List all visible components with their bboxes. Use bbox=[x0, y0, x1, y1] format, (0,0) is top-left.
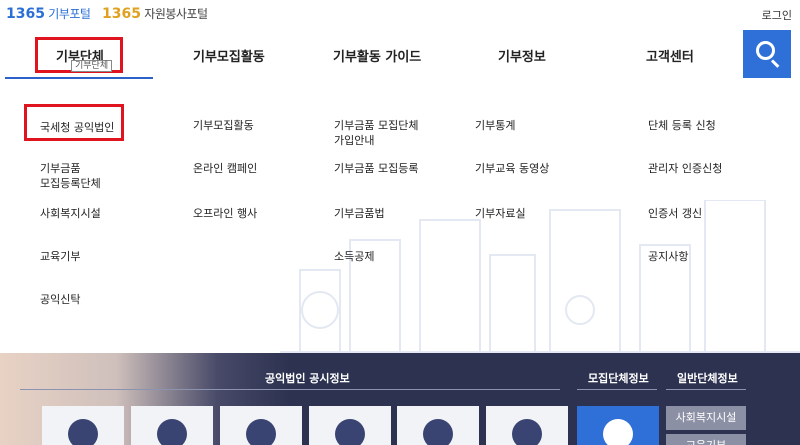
donation-logo-text: 기부포털 bbox=[48, 7, 91, 21]
menu-admin-cert[interactable]: 관리자 인증신청 bbox=[648, 161, 722, 176]
donation-portal-logo[interactable]: 1365 기부포털 bbox=[6, 5, 91, 22]
menu-donation-law[interactable]: 기부금품법 bbox=[334, 206, 385, 221]
heart-hand-icon bbox=[603, 419, 633, 445]
menu-education-donation[interactable]: 교육기부 bbox=[40, 249, 80, 264]
menu-donation-register[interactable]: 기부금품 모집등록 bbox=[334, 161, 418, 176]
menu-offline-event[interactable]: 오프라인 행사 bbox=[193, 206, 257, 221]
gnb-item-customer-center[interactable]: 고객센터 bbox=[646, 46, 694, 65]
menu-donation-stats[interactable]: 기부통계 bbox=[475, 118, 515, 133]
public-info-title: 공익법인 공시정보 bbox=[265, 372, 350, 385]
tile-people[interactable] bbox=[397, 406, 479, 445]
menu-welfare-facility[interactable]: 사회복지시설 bbox=[40, 206, 101, 221]
volunteer-logo-text: 자원봉사포털 bbox=[144, 7, 208, 21]
menu-registered-orgs[interactable]: 기부금품 모집등록단체 bbox=[40, 161, 101, 191]
menu-fundraising[interactable]: 기부모집활동 bbox=[193, 118, 254, 133]
tile-recruit-org[interactable] bbox=[577, 406, 659, 445]
top-bar: 1365 기부포털 1365 자원봉사포털 로그인 bbox=[0, 0, 800, 28]
menu-org-register[interactable]: 단체 등록 신청 bbox=[648, 118, 716, 133]
general-info-divider bbox=[666, 389, 746, 390]
tile-education[interactable] bbox=[131, 406, 213, 445]
search-button[interactable] bbox=[743, 30, 791, 78]
gnb-tooltip: 기부단체 bbox=[71, 60, 113, 72]
books-icon bbox=[68, 419, 98, 445]
public-info-divider bbox=[20, 389, 560, 390]
tile-donate[interactable] bbox=[486, 406, 568, 445]
city-background-illustration bbox=[280, 200, 800, 353]
volunteer-portal-logo[interactable]: 1365 자원봉사포털 bbox=[102, 5, 208, 22]
tile-books[interactable] bbox=[42, 406, 124, 445]
menu-notice[interactable]: 공지사항 bbox=[648, 249, 688, 264]
gnb-item-fundraising[interactable]: 기부모집활동 bbox=[193, 46, 265, 65]
gnb-active-indicator bbox=[5, 77, 153, 79]
menu-join-guide[interactable]: 기부금품 모집단체 가입안내 bbox=[334, 118, 418, 148]
recruit-info-divider bbox=[577, 389, 657, 390]
education-donation-button[interactable]: 교육기부 bbox=[666, 434, 746, 445]
tile-medical[interactable] bbox=[309, 406, 391, 445]
menu-highlight-box bbox=[24, 104, 124, 141]
donate-icon bbox=[512, 419, 542, 445]
gnb-item-guide[interactable]: 기부활동 가이드 bbox=[333, 46, 421, 65]
menu-public-trust[interactable]: 공익신탁 bbox=[40, 292, 80, 307]
recruit-info-title: 모집단체정보 bbox=[588, 372, 649, 385]
menu-donation-archive[interactable]: 기부자료실 bbox=[475, 206, 526, 221]
info-panel: 공익법인 공시정보 모집단체정보 일반단체정보 사회복지시설 교육기부 bbox=[0, 353, 800, 445]
menu-education-video[interactable]: 기부교육 동영상 bbox=[475, 161, 549, 176]
hands-heart-icon bbox=[246, 419, 276, 445]
welfare-facility-button[interactable]: 사회복지시설 bbox=[666, 406, 746, 430]
volunteer-logo-number: 1365 bbox=[102, 6, 141, 22]
menu-online-campaign[interactable]: 온라인 캠페인 bbox=[193, 161, 257, 176]
medical-icon bbox=[335, 419, 365, 445]
gnb-item-info[interactable]: 기부정보 bbox=[498, 46, 546, 65]
people-icon bbox=[423, 419, 453, 445]
graduation-cap-icon bbox=[157, 419, 187, 445]
menu-cert-renewal[interactable]: 인증서 갱신 bbox=[648, 206, 702, 221]
tile-welfare[interactable] bbox=[220, 406, 302, 445]
donation-logo-number: 1365 bbox=[6, 6, 45, 22]
menu-tax-deduction[interactable]: 소득공제 bbox=[334, 249, 374, 264]
login-link[interactable]: 로그인 bbox=[762, 7, 792, 23]
general-info-title: 일반단체정보 bbox=[677, 372, 738, 385]
